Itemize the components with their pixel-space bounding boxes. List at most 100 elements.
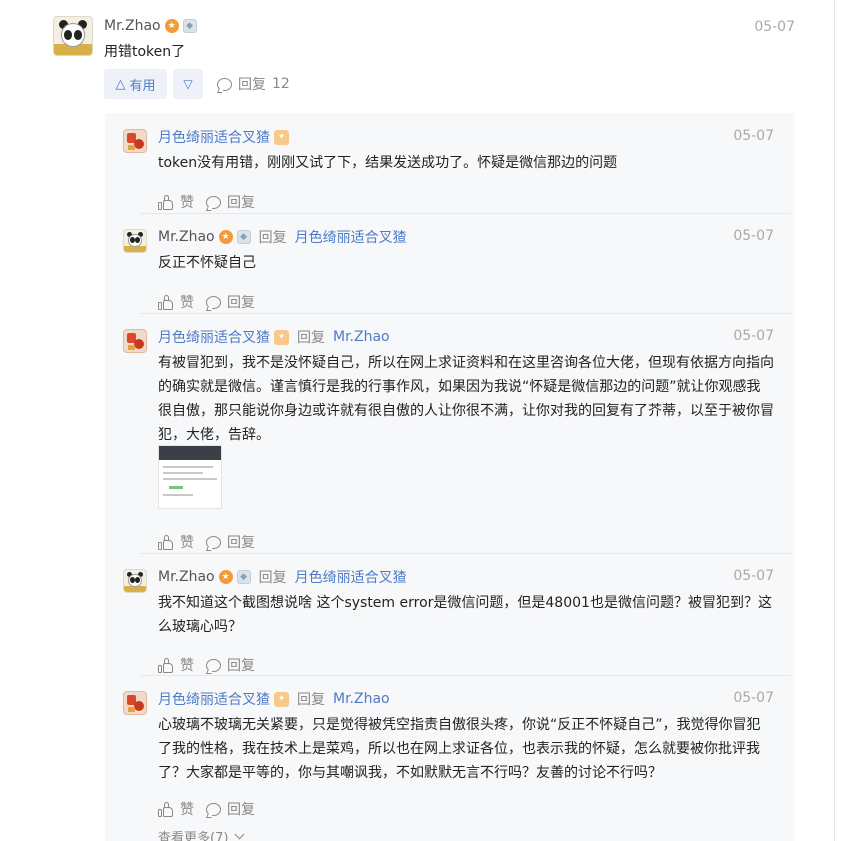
- divider: [140, 675, 791, 676]
- avatar[interactable]: [53, 16, 93, 56]
- comment-actions: △ 有用 ▽ 回复 12: [104, 69, 290, 99]
- like-label: 赞: [180, 295, 194, 311]
- reply-author[interactable]: 月色绮丽适合叉猹: [158, 327, 270, 347]
- reply-word: 回复: [258, 230, 287, 246]
- thumbs-up-icon: [158, 294, 174, 310]
- comment-bubble-icon: [217, 77, 232, 91]
- reply-to-user[interactable]: 月色绮丽适合叉猹: [295, 567, 407, 587]
- reply-text: 有被冒犯到，我不是没怀疑自己，所以在网上求证资料和在这里咨询各位大佬，但现有依据…: [158, 355, 774, 443]
- level-badge-icon: ✦: [274, 691, 289, 707]
- reply-word: 回复: [258, 570, 287, 586]
- reply-actions: 赞 回复: [158, 799, 255, 819]
- downvote-button[interactable]: ▽: [173, 69, 203, 99]
- triangle-up-icon: △: [115, 76, 126, 92]
- comment-bubble-icon: [206, 658, 221, 672]
- comment-bubble-icon: [206, 295, 221, 309]
- level-badge-icon: ◆: [182, 19, 197, 33]
- reply-date: 05-07: [733, 690, 774, 706]
- like-button[interactable]: 赞: [158, 292, 194, 312]
- reply-header: 月色绮丽适合叉猹 ✦ 回复 Mr.Zhao: [158, 327, 390, 347]
- thumbs-up-icon: [158, 657, 174, 673]
- like-label: 赞: [180, 802, 194, 818]
- like-button[interactable]: 赞: [158, 192, 194, 212]
- avatar[interactable]: [123, 569, 147, 593]
- medal-icon: ★: [164, 19, 179, 33]
- reply-label: 回复: [227, 535, 255, 551]
- like-button[interactable]: 赞: [158, 799, 194, 819]
- like-label: 赞: [180, 535, 194, 551]
- reply-text: 我不知道这个截图想说啥 这个system error是微信问题，但是48001也…: [158, 595, 772, 635]
- reply-date: 05-07: [733, 328, 774, 344]
- comment-content: 用错token了: [104, 44, 186, 60]
- level-badge-icon: ✦: [274, 329, 289, 345]
- reply-to-user[interactable]: 月色绮丽适合叉猹: [295, 227, 407, 247]
- reply-label: 回复: [227, 658, 255, 674]
- reply-date: 05-07: [733, 568, 774, 584]
- comment-bubble-icon: [206, 535, 221, 549]
- reply-header: 月色绮丽适合叉猹 ✦: [158, 127, 289, 147]
- reply-date: 05-07: [733, 128, 774, 144]
- reply-button[interactable]: 回复: [206, 655, 255, 675]
- avatar[interactable]: [123, 329, 147, 353]
- reply-to-user[interactable]: Mr.Zhao: [333, 329, 390, 345]
- reply-actions: 赞 回复: [158, 192, 255, 212]
- level-badge-icon: ◆: [236, 570, 251, 584]
- view-more-label: 查看更多(7): [158, 831, 229, 841]
- thumbs-up-icon: [158, 534, 174, 550]
- comment-date: 05-07: [754, 19, 795, 35]
- upvote-button[interactable]: △ 有用: [104, 69, 167, 99]
- reply-author[interactable]: Mr.Zhao: [158, 569, 215, 585]
- divider: [140, 553, 791, 554]
- reply-text: 反正不怀疑自己: [158, 255, 256, 271]
- level-badge-icon: ✦: [274, 129, 289, 145]
- reply-author[interactable]: 月色绮丽适合叉猹: [158, 689, 270, 709]
- reply-actions: 赞 回复: [158, 655, 255, 675]
- right-border: [834, 0, 835, 841]
- reply-word: 回复: [297, 330, 325, 346]
- like-label: 赞: [180, 195, 194, 211]
- avatar[interactable]: [123, 229, 147, 253]
- thumbs-up-icon: [158, 194, 174, 210]
- reply-count: 12: [272, 76, 290, 92]
- reply-to-user[interactable]: Mr.Zhao: [333, 691, 390, 707]
- reply-header: Mr.Zhao ★ ◆ 回复 月色绮丽适合叉猹: [158, 227, 407, 247]
- medal-icon: ★: [218, 570, 233, 584]
- reply-label: 回复: [227, 295, 255, 311]
- reply-button[interactable]: 回复 12: [217, 74, 290, 94]
- reply-label: 回复: [238, 77, 266, 93]
- level-badge-icon: ◆: [236, 230, 251, 244]
- reply-actions: 赞 回复: [158, 532, 255, 552]
- reply-button[interactable]: 回复: [206, 799, 255, 819]
- like-label: 赞: [180, 658, 194, 674]
- reply-label: 回复: [227, 802, 255, 818]
- reply-header: Mr.Zhao ★ ◆ 回复 月色绮丽适合叉猹: [158, 567, 407, 587]
- chevron-down-icon: [234, 829, 245, 840]
- reply-date: 05-07: [733, 228, 774, 244]
- avatar[interactable]: [123, 691, 147, 715]
- reply-button[interactable]: 回复: [206, 192, 255, 212]
- reply-button[interactable]: 回复: [206, 292, 255, 312]
- username-link[interactable]: Mr.Zhao: [104, 18, 161, 34]
- comment-bubble-icon: [206, 802, 221, 816]
- view-more-link[interactable]: 查看更多(7): [158, 827, 245, 841]
- reply-header: 月色绮丽适合叉猹 ✦ 回复 Mr.Zhao: [158, 689, 390, 709]
- medal-icon: ★: [218, 230, 233, 244]
- thumbs-up-icon: [158, 801, 174, 817]
- upvote-label: 有用: [129, 78, 156, 94]
- divider: [140, 213, 791, 214]
- reply-label: 回复: [227, 195, 255, 211]
- reply-text: 心玻璃不玻璃无关紧要，只是觉得被凭空指责自傲很头疼，你说“反正不怀疑自己”，我觉…: [158, 717, 761, 781]
- reply-button[interactable]: 回复: [206, 532, 255, 552]
- reply-actions: 赞 回复: [158, 292, 255, 312]
- like-button[interactable]: 赞: [158, 532, 194, 552]
- triangle-down-icon: ▽: [183, 77, 193, 91]
- reply-word: 回复: [297, 692, 325, 708]
- like-button[interactable]: 赞: [158, 655, 194, 675]
- reply-list: 月色绮丽适合叉猹 ✦ 05-07 token没有用错，刚刚又试了下，结果发送成功…: [105, 113, 794, 841]
- reply-text: token没有用错，刚刚又试了下，结果发送成功了。怀疑是微信那边的问题: [158, 155, 618, 171]
- reply-author[interactable]: 月色绮丽适合叉猹: [158, 127, 270, 147]
- divider: [140, 313, 791, 314]
- reply-author[interactable]: Mr.Zhao: [158, 229, 215, 245]
- screenshot-thumbnail[interactable]: [158, 445, 222, 509]
- avatar[interactable]: [123, 129, 147, 153]
